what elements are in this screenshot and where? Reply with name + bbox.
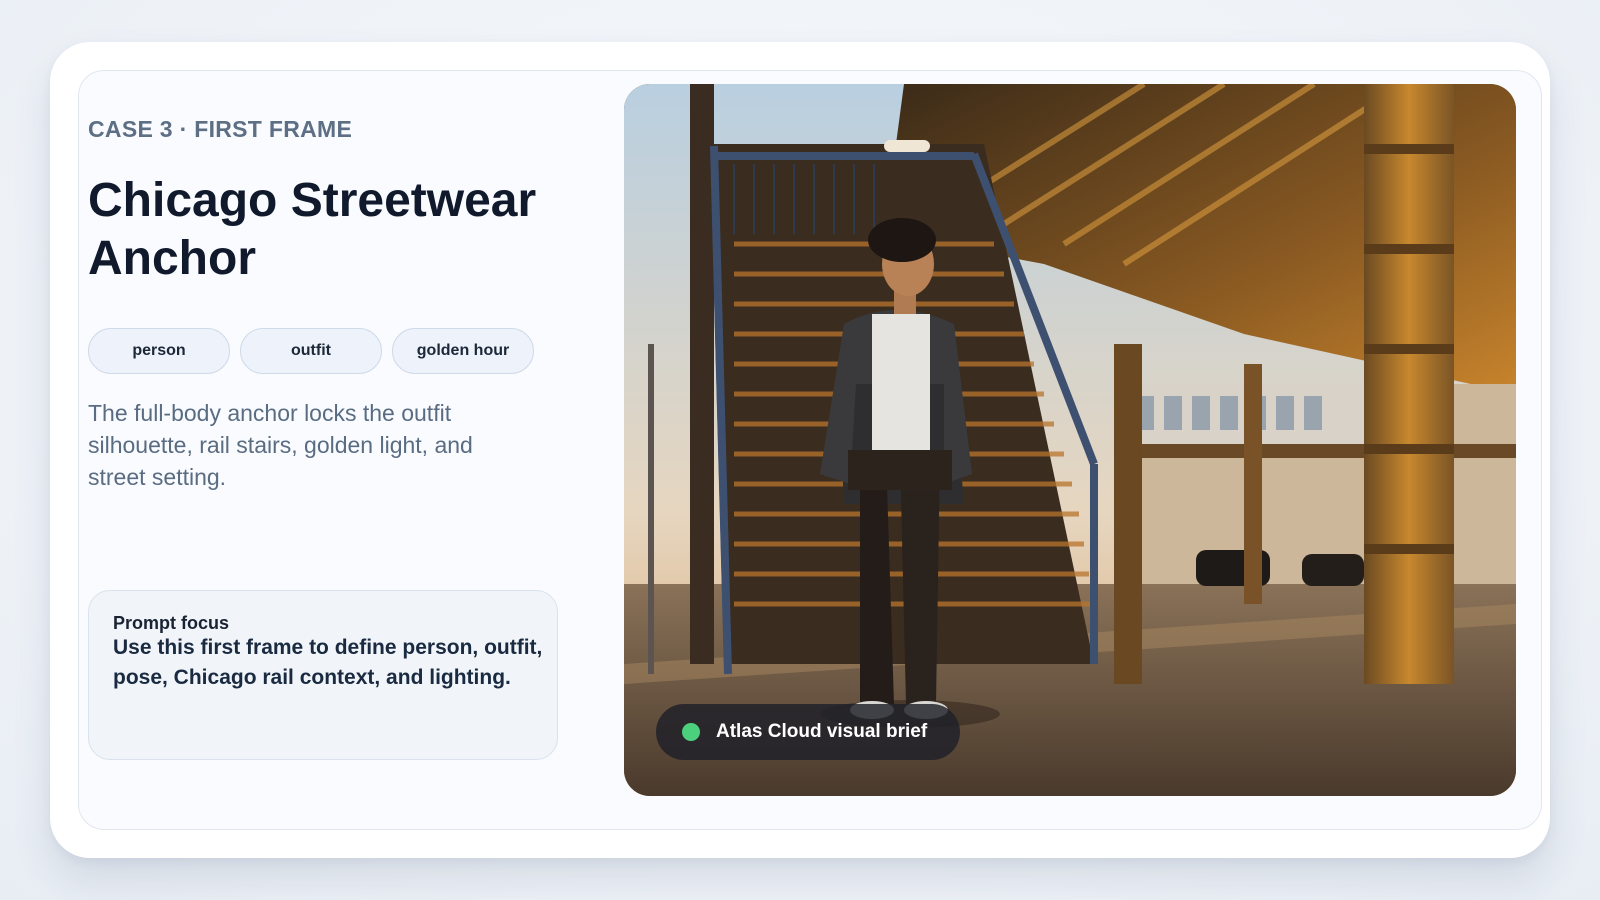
hero-photo <box>624 84 1516 796</box>
tag-golden-hour[interactable]: golden hour <box>392 328 534 374</box>
visual-brief-badge: Atlas Cloud visual brief <box>656 704 960 760</box>
tag-list: person outfit golden hour <box>88 328 534 374</box>
status-dot-icon <box>682 723 700 741</box>
badge-label: Atlas Cloud visual brief <box>716 721 928 742</box>
tag-person[interactable]: person <box>88 328 230 374</box>
prompt-focus-text: Use this first frame to define person, o… <box>113 636 543 689</box>
tag-outfit[interactable]: outfit <box>240 328 382 374</box>
case-description: The full-body anchor locks the outfit si… <box>88 400 473 490</box>
prompt-focus-label: Prompt focus <box>113 613 230 633</box>
photo-illustration <box>624 84 1516 796</box>
page-title: Chicago Streetwear Anchor <box>88 174 537 285</box>
case-eyebrow: CASE 3 · FIRST FRAME <box>88 116 353 142</box>
prompt-focus-box: Prompt focus Use this first frame to def… <box>88 590 558 760</box>
